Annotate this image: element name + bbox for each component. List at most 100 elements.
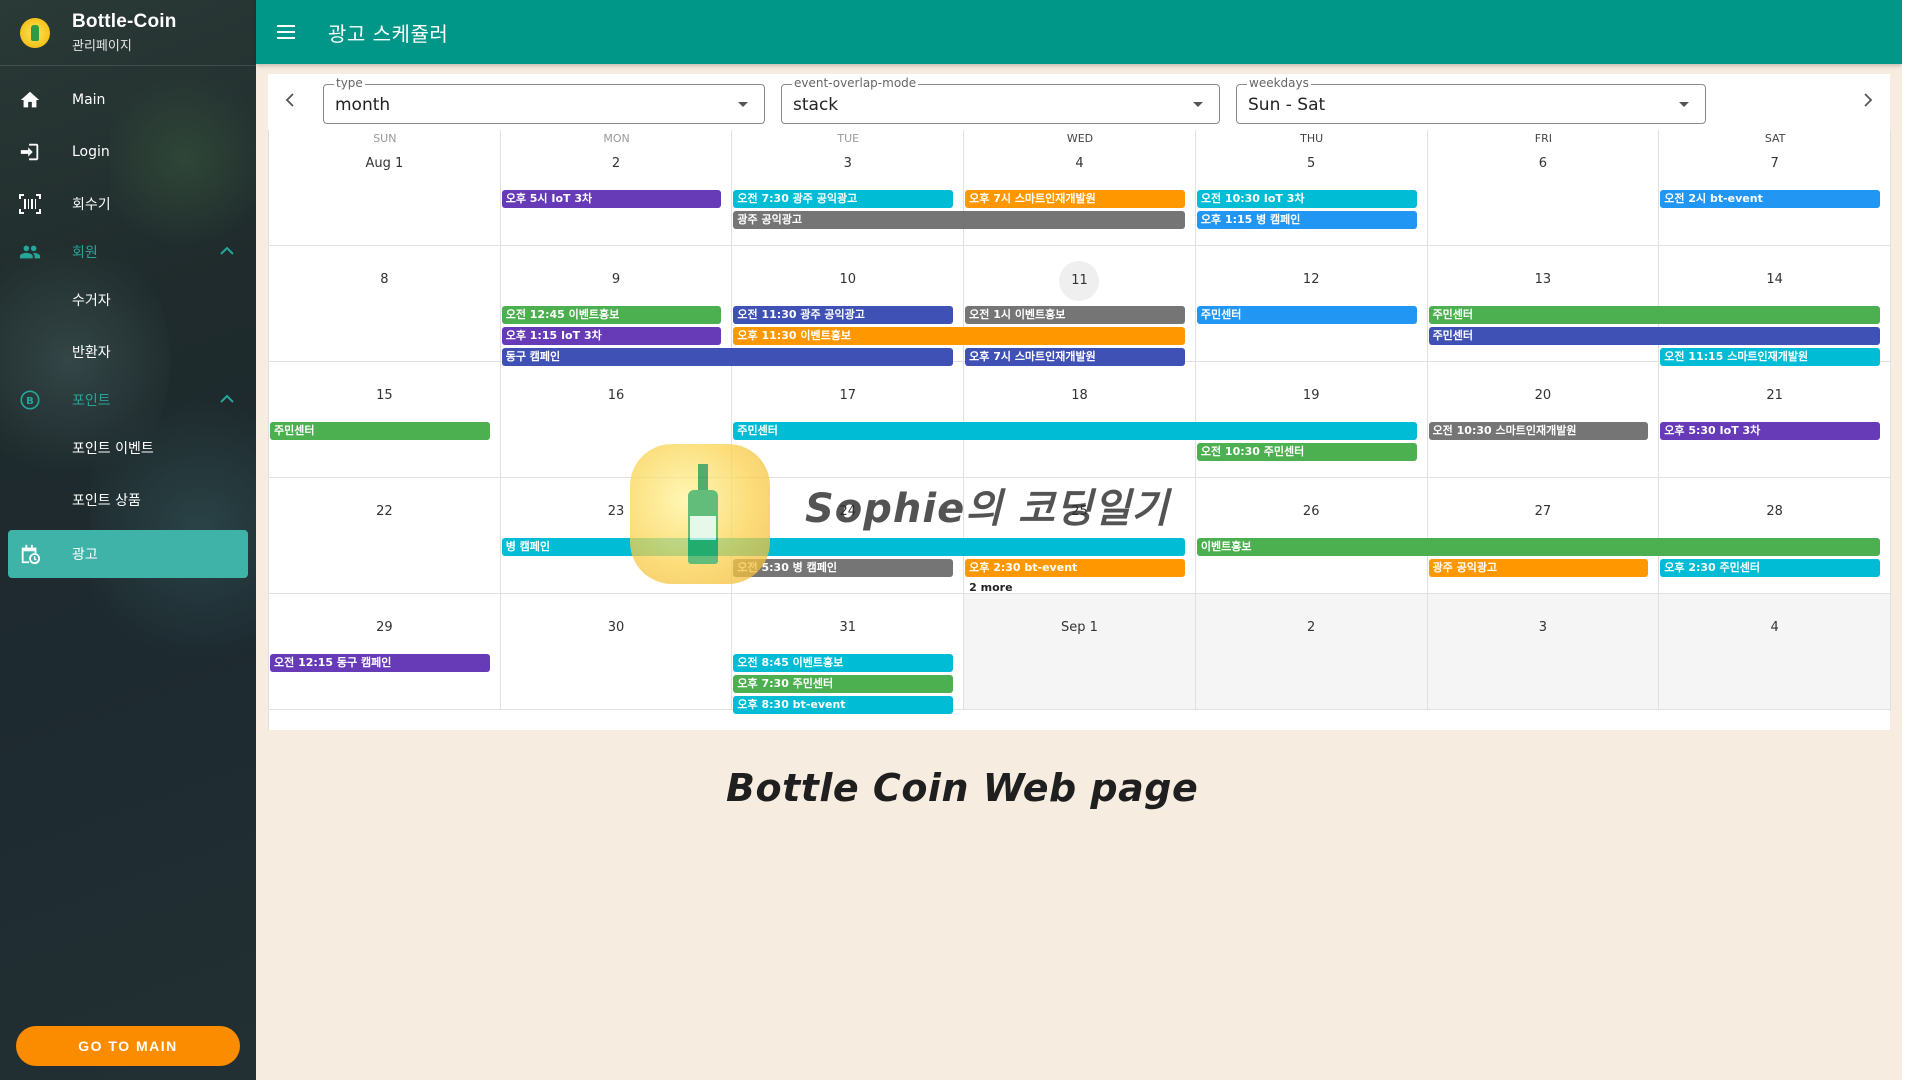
calendar-event[interactable]: 주민센터 — [1428, 306, 1880, 324]
day-number[interactable]: 6 — [1428, 156, 1659, 171]
calendar-event[interactable]: 오후 2:30 주민센터 — [1660, 559, 1880, 577]
calendar-day-cell[interactable]: 22 — [269, 478, 501, 594]
day-number[interactable]: 2 — [501, 156, 732, 171]
calendar-day-cell[interactable]: Aug 1 — [269, 130, 501, 246]
calendar-event[interactable]: 주민센터 — [733, 422, 1417, 440]
calendar-day-cell[interactable]: Sep 1 — [964, 594, 1196, 710]
calendar-event[interactable]: 오후 5시 IoT 3차 — [501, 190, 722, 208]
day-number[interactable]: 30 — [501, 620, 732, 635]
type-select[interactable]: type month — [323, 76, 765, 124]
day-number[interactable]: 28 — [1659, 504, 1890, 519]
day-number[interactable]: Sep 1 — [964, 620, 1195, 635]
day-number[interactable]: 15 — [269, 388, 500, 403]
day-number[interactable]: 13 — [1428, 272, 1659, 287]
day-number[interactable]: 12 — [1196, 272, 1427, 287]
day-number[interactable]: 7 — [1659, 156, 1890, 171]
day-number[interactable]: 4 — [1659, 620, 1890, 635]
calendar-event[interactable]: 오후 2:30 bt-event — [965, 559, 1185, 577]
calendar-day-cell[interactable]: 2 — [500, 130, 733, 246]
calendar-day-cell[interactable]: 30 — [500, 594, 733, 710]
day-number[interactable]: Aug 1 — [269, 156, 500, 171]
calendar-event[interactable]: 오전 10:30 IoT 3차 — [1196, 190, 1417, 208]
calendar-event[interactable]: 오후 1:15 IoT 3차 — [501, 327, 722, 345]
calendar-day-cell[interactable]: 29 — [269, 594, 501, 710]
day-number[interactable]: 2 — [1196, 620, 1427, 635]
calendar-day-cell[interactable]: 12 — [1195, 246, 1428, 362]
day-number[interactable]: 4 — [964, 156, 1195, 171]
day-number[interactable]: 29 — [269, 620, 500, 635]
brand[interactable]: Bottle-Coin 관리페이지 — [0, 0, 256, 66]
calendar-event[interactable]: 오전 11:30 광주 공익광고 — [733, 306, 954, 324]
calendar-event[interactable]: 오전 1시 이벤트홍보 — [965, 306, 1185, 324]
calendar-event[interactable]: 오후 1:15 병 캠페인 — [1196, 211, 1417, 229]
calendar-event[interactable]: 오전 12:45 이벤트홍보 — [501, 306, 722, 324]
day-number[interactable]: 26 — [1196, 504, 1427, 519]
day-number[interactable]: 10 — [732, 272, 963, 287]
sidebar-item-login[interactable]: Login — [0, 126, 256, 178]
calendar-event[interactable]: 오후 7시 스마트인재개발원 — [965, 190, 1185, 208]
calendar-day-cell[interactable]: 7 — [1659, 130, 1891, 246]
calendar-day-cell[interactable]: 18 — [964, 362, 1196, 478]
day-number[interactable]: 16 — [501, 388, 732, 403]
sidebar-item-ads[interactable]: 광고 — [8, 530, 248, 578]
day-number[interactable]: 3 — [1428, 620, 1659, 635]
day-number[interactable]: 5 — [1196, 156, 1427, 171]
calendar-event[interactable]: 오후 5:30 IoT 3차 — [1660, 422, 1880, 440]
scrollbar-track[interactable] — [1902, 0, 1920, 1080]
day-number[interactable]: 8 — [269, 272, 500, 287]
calendar-event[interactable]: 오후 11:30 이벤트홍보 — [733, 327, 1185, 345]
calendar-day-cell[interactable]: 26 — [1195, 478, 1428, 594]
sidebar-item-point-products[interactable]: 포인트 상품 — [0, 474, 256, 526]
calendar-event[interactable]: 광주 공익광고 — [733, 211, 1185, 229]
day-number[interactable]: 22 — [269, 504, 500, 519]
calendar-event[interactable]: 오전 7:30 광주 공익광고 — [733, 190, 954, 208]
calendar-day-cell[interactable]: 2 — [1195, 594, 1428, 710]
sidebar-item-returners[interactable]: 반환자 — [0, 326, 256, 378]
calendar-event[interactable]: 주민센터 — [1196, 306, 1417, 324]
calendar-event[interactable]: 오후 8:30 bt-event — [733, 696, 954, 714]
sidebar-item-collectors[interactable]: 수거자 — [0, 274, 256, 326]
calendar-event[interactable]: 오전 11:15 스마트인재개발원 — [1660, 348, 1880, 366]
calendar-event[interactable]: 오전 8:45 이벤트홍보 — [733, 654, 954, 672]
calendar-day-cell[interactable]: 8 — [269, 246, 501, 362]
calendar-day-cell[interactable]: 6 — [1427, 130, 1660, 246]
day-number[interactable]: 31 — [732, 620, 963, 635]
calendar-event[interactable]: 오전 10:30 주민센터 — [1196, 443, 1417, 461]
calendar-day-cell[interactable]: 20 — [1427, 362, 1660, 478]
sidebar-group-points[interactable]: B 포인트 — [0, 378, 256, 422]
day-number[interactable]: 18 — [964, 388, 1195, 403]
sidebar-item-main[interactable]: Main — [0, 74, 256, 126]
day-number[interactable]: 17 — [732, 388, 963, 403]
calendar-event[interactable]: 오후 7:30 주민센터 — [733, 675, 954, 693]
sidebar-group-members[interactable]: 회원 — [0, 230, 256, 274]
prev-month-button[interactable] — [276, 86, 304, 114]
calendar-event[interactable]: 동구 캠페인 — [501, 348, 954, 366]
day-number[interactable]: 21 — [1659, 388, 1890, 403]
go-to-main-button[interactable]: GO TO MAIN — [16, 1026, 240, 1066]
sidebar-item-point-events[interactable]: 포인트 이벤트 — [0, 422, 256, 474]
event-overlap-mode-select[interactable]: event-overlap-mode stack — [781, 76, 1220, 124]
day-number[interactable]: 20 — [1428, 388, 1659, 403]
weekdays-select[interactable]: weekdays Sun - Sat — [1236, 76, 1706, 124]
day-number[interactable]: 27 — [1428, 504, 1659, 519]
calendar-event[interactable]: 오전 12:15 동구 캠페인 — [270, 654, 490, 672]
next-month-button[interactable] — [1854, 86, 1882, 114]
calendar-event[interactable]: 이벤트홍보 — [1196, 538, 1880, 556]
day-number[interactable]: 14 — [1659, 272, 1890, 287]
day-number[interactable]: 9 — [501, 272, 732, 287]
day-number[interactable]: 3 — [732, 156, 963, 171]
calendar-day-cell[interactable]: 21 — [1659, 362, 1891, 478]
calendar-event[interactable]: 오전 10:30 스마트인재개발원 — [1428, 422, 1649, 440]
more-events-link[interactable]: 2 more — [969, 581, 1012, 594]
day-number[interactable]: 19 — [1196, 388, 1427, 403]
calendar-event[interactable]: 오전 2시 bt-event — [1660, 190, 1880, 208]
menu-icon[interactable] — [274, 20, 298, 44]
calendar-event[interactable]: 주민센터 — [1428, 327, 1880, 345]
calendar-day-cell[interactable]: 3 — [1427, 594, 1660, 710]
calendar-event[interactable]: 오후 7시 스마트인재개발원 — [965, 348, 1185, 366]
calendar-event[interactable]: 광주 공익광고 — [1428, 559, 1649, 577]
sidebar-item-collector-machine[interactable]: 회수기 — [0, 178, 256, 230]
today-day-number[interactable]: 11 — [964, 261, 1195, 301]
calendar-event[interactable]: 병 캠페인 — [501, 538, 1185, 556]
calendar-event[interactable]: 주민센터 — [270, 422, 490, 440]
